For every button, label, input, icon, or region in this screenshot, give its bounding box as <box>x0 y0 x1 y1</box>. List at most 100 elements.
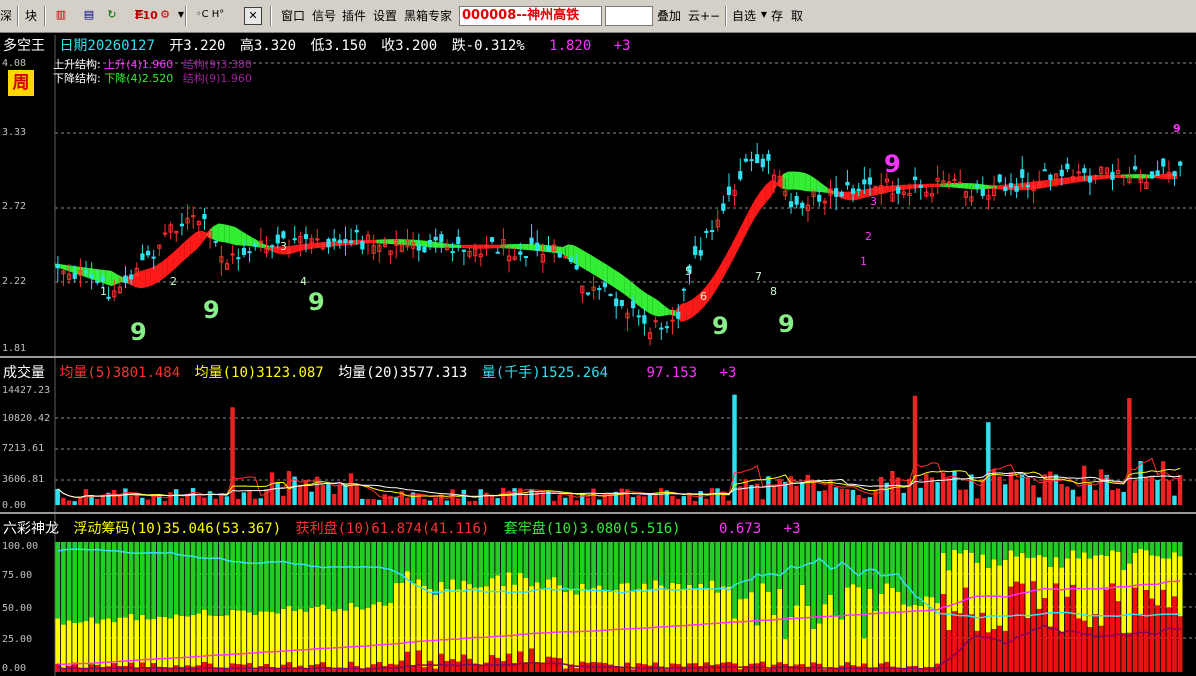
volume-bar <box>850 489 856 505</box>
chip-trapped-bar <box>1070 542 1076 551</box>
volume-bar <box>963 489 968 505</box>
chip-floating-bar <box>1070 550 1076 585</box>
candle-body <box>1155 170 1160 177</box>
chip-trapped-bar <box>1098 542 1104 555</box>
candle-body <box>529 237 534 245</box>
chip-trapped-bar <box>1008 542 1014 551</box>
chip-trapped-bar <box>867 542 873 589</box>
chip-floating-bar <box>952 549 957 612</box>
candle-body <box>230 253 235 256</box>
chip-floating-bar <box>749 592 754 664</box>
chip-floating-bar <box>393 583 399 665</box>
chip-profit-bar <box>77 668 83 672</box>
candle-body <box>664 326 670 329</box>
chip-floating-bar <box>1087 558 1093 628</box>
chip-profit-bar <box>422 667 427 672</box>
chip-trapped-bar <box>247 542 252 613</box>
chip-floating-bar <box>923 596 929 668</box>
candle-body <box>129 274 134 280</box>
candle-body <box>845 181 850 186</box>
candle-body <box>958 181 963 184</box>
ribbon-segment <box>805 173 811 192</box>
ribbon-segment <box>461 244 467 249</box>
chip-trapped-bar <box>264 542 269 612</box>
chip-profit-bar <box>1002 630 1008 672</box>
volume-bar <box>298 484 303 505</box>
chip-title[interactable]: 六彩神龙 <box>3 521 59 537</box>
high-readout: 高3.320 <box>239 38 297 54</box>
volume-bar <box>117 495 122 505</box>
chip-trapped-bar <box>190 542 196 615</box>
volume-bar <box>935 482 940 505</box>
chip-plus[interactable]: +3 <box>784 521 801 537</box>
candle-body <box>95 280 100 283</box>
candle-body <box>303 234 309 240</box>
volume-title[interactable]: 成交量 <box>3 365 45 381</box>
chip-profit-bar <box>608 664 613 672</box>
chip-trapped-bar <box>675 542 681 584</box>
chip-floating-bar <box>326 608 331 667</box>
chip-trapped-bar <box>811 542 816 629</box>
indicator-name[interactable]: 多空王 <box>3 38 45 54</box>
volume-plus[interactable]: +3 <box>720 365 737 381</box>
volume-ma10: 均量(10)3123.087 <box>194 365 324 381</box>
chip-floating-bar <box>472 587 478 665</box>
panel-divider[interactable] <box>0 512 1196 514</box>
chip-trapped-bar <box>303 542 309 612</box>
chip-floating-bar <box>969 552 974 615</box>
chip-floating-bar <box>946 570 952 630</box>
chip-floating-bar <box>658 585 664 667</box>
chip-floating-bar <box>489 578 495 656</box>
chip-trapped-bar <box>658 542 664 586</box>
chip-profit-bar <box>1031 581 1036 672</box>
chip-floating-bar <box>641 583 647 665</box>
volume-current: 量(千手)1525.264 <box>481 365 609 381</box>
candle-body <box>997 174 1002 183</box>
volume-bar <box>845 488 850 505</box>
chip-floating-bar <box>1081 552 1087 621</box>
volume-bar <box>501 487 506 505</box>
chip-floating-bar <box>540 589 546 663</box>
candle-body <box>1003 186 1008 192</box>
volume-bar <box>55 488 60 505</box>
candle-body <box>653 320 658 323</box>
chip-floating-bar <box>1002 559 1008 631</box>
period-badge-week[interactable]: 周 <box>8 70 34 96</box>
chip-trapped-bar <box>546 542 551 580</box>
chip-trapped-bar <box>619 542 625 584</box>
chip-trapped-bar <box>551 542 557 578</box>
chip-trapped-bar <box>1048 542 1053 567</box>
candle-body <box>726 186 732 195</box>
chip-trapped-bar <box>850 542 856 585</box>
chip-profit-bar <box>1127 632 1132 672</box>
chip-floating-bar <box>224 615 230 669</box>
volume-bar <box>382 494 388 505</box>
chip-trapped-bar <box>382 542 388 606</box>
chip-profit-bar <box>179 666 185 672</box>
volume-bar <box>303 479 309 505</box>
panel-divider[interactable] <box>0 356 1196 358</box>
chip-floating-bar <box>625 583 630 663</box>
chip-trapped-bar <box>636 542 642 589</box>
candle-body <box>1020 169 1025 178</box>
volume-bar <box>1172 495 1177 505</box>
kline-chart-canvas[interactable]: 99 99 99912345678123 <box>0 0 1196 676</box>
ribbon-segment <box>760 184 766 210</box>
candle-body <box>817 194 822 202</box>
chip-trapped-bar <box>326 542 331 609</box>
chip-floating-bar <box>455 589 461 662</box>
chip-floating-bar <box>991 559 997 630</box>
chip-profit-bar <box>1042 598 1048 672</box>
chip-floating-bar <box>737 599 743 670</box>
chip-floating-bar <box>822 604 828 670</box>
chip-trapped-bar <box>1110 542 1115 551</box>
sequence-counter: 5 <box>685 265 692 278</box>
volume-bar <box>360 498 365 505</box>
volume-bar <box>585 497 591 505</box>
chip-floating-bar <box>1177 556 1183 617</box>
chip-profit-bar <box>1149 598 1155 672</box>
sequence-counter: 2 <box>170 275 177 288</box>
indicator-plus[interactable]: +3 <box>614 38 631 54</box>
chip-trapped-bar <box>106 542 111 619</box>
candle-body <box>557 252 562 258</box>
